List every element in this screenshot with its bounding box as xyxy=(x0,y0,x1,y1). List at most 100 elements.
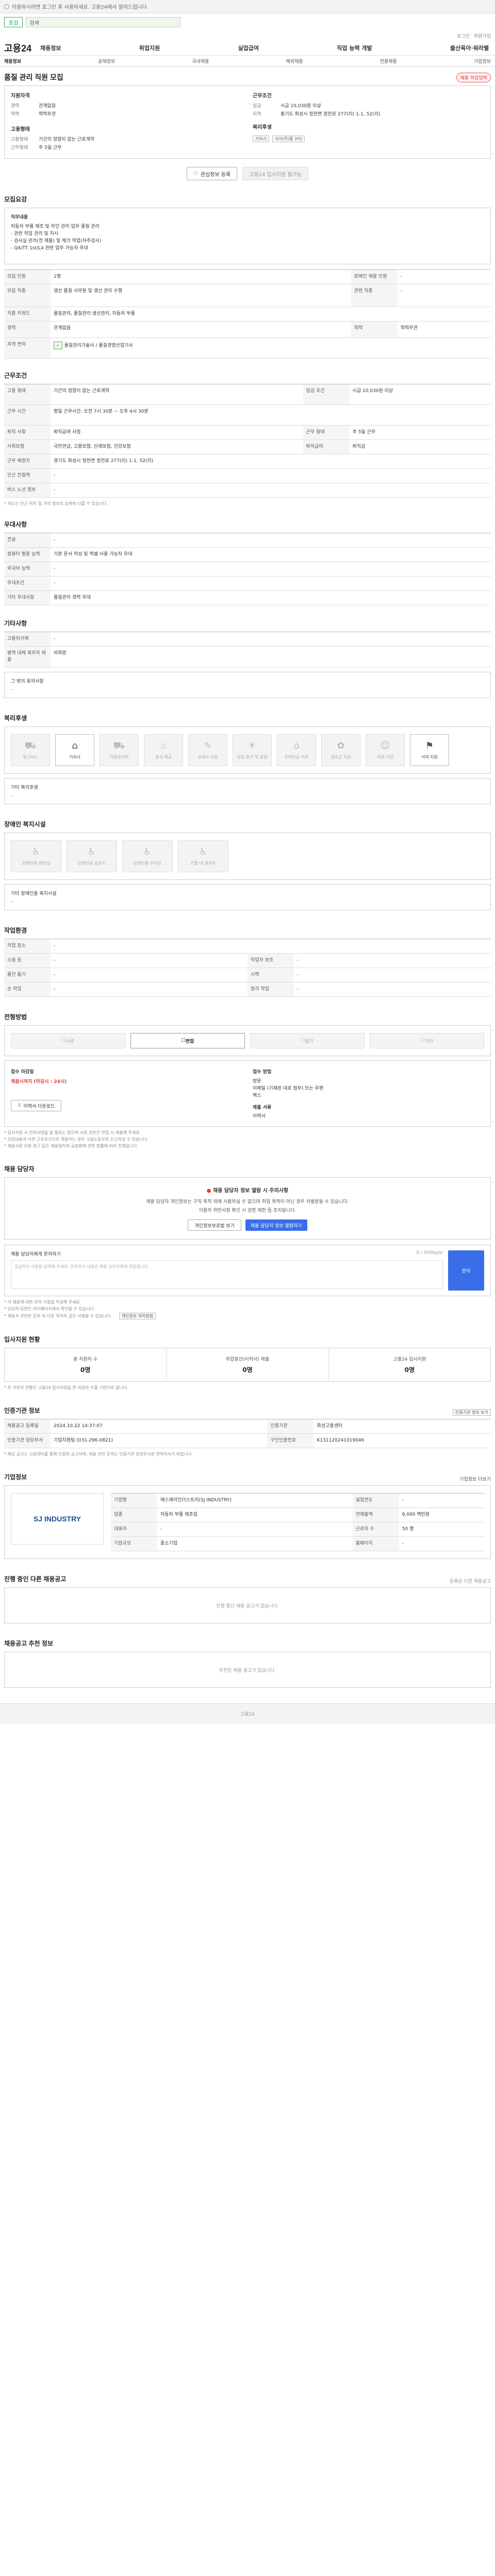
info-icon xyxy=(4,4,9,9)
welfare-label: 직원 지원 xyxy=(377,754,393,759)
selection-note: * 입사지원 시 전자서명을 할 필요는 없으며 서류 원본은 면접 시 제출해… xyxy=(4,1130,141,1135)
company-table: 기업명 에스제이인더스트리(SJ INDUSTRY) 설립연도 - 업종 자동차 부품 … xyxy=(111,1493,484,1551)
inquiry-box: 채용 담당자에게 문의하기 0 / 500byte 궁금하신 사항을 입력해 주세… xyxy=(4,1245,491,1296)
table-key: 직종 키워드 xyxy=(4,307,51,321)
welfare-label: 교육비 지원 xyxy=(197,754,218,759)
inquiry-textarea[interactable]: 궁금하신 사항을 입력해 주세요. 문의하신 내용은 채용 담당자에게 전달됩니… xyxy=(11,1260,443,1289)
gnb-item[interactable]: 채용정보 xyxy=(40,44,61,52)
subnav-item[interactable]: 국내채용 xyxy=(192,58,209,64)
table-value: - xyxy=(51,533,491,548)
wheelchair-icon: ♿ xyxy=(143,846,152,857)
table-key: 근로자 수 xyxy=(352,1522,399,1537)
welfare-chip: 식사(주/중 3식) xyxy=(272,135,305,142)
table-value: - xyxy=(51,562,491,577)
selection-note: * 모집내용과 다른 근로조건으로 채용하는 경우 고용노동부로 신고하실 수 … xyxy=(4,1137,148,1142)
stat-label: 고용24 입사지원 xyxy=(393,1357,426,1362)
welfare-icon: ⌂ xyxy=(293,740,300,751)
table-key: 대표자 xyxy=(111,1522,157,1537)
view-contact-button[interactable]: 채용 담당자 정보 열람하기 xyxy=(245,1219,307,1231)
inquiry-form: 채용 담당자에게 문의하기 0 / 500byte 궁금하신 사항을 입력해 주세… xyxy=(11,1250,443,1291)
extra-notes-head: 그 밖의 유의사항 xyxy=(11,679,44,684)
table-value: - xyxy=(399,1493,484,1508)
stat-number: 0명 xyxy=(80,1366,91,1374)
table-value: - xyxy=(51,982,248,997)
table-value: 주 5일 근무 xyxy=(349,425,491,440)
join-link[interactable]: 회원가입 xyxy=(474,32,491,39)
section-title: 기업정보 xyxy=(4,1473,27,1481)
selection-step: ☐ 기타 xyxy=(370,1033,484,1048)
section-title: 장애인 복지시설 xyxy=(4,821,46,828)
disability-icon-row: ♿ 장애인용 화장실 ♿ 장애인용 승강기 ♿ 장애인용 주차장 ♿ 건물 내 경사로 xyxy=(11,840,484,872)
table-row: 인증기관 담당부서 기업지원팀 (031-296-0821) 구인인증번호 K1311… xyxy=(4,1433,491,1448)
section-title: 기타사항 xyxy=(4,620,27,627)
table-value: 관계없음 xyxy=(51,321,351,338)
table-row: 컴퓨터 활용 능력 기본 문서 작성 및 엑셀 사용 가능자 우대 xyxy=(4,547,491,562)
login-link[interactable]: 로그인 xyxy=(457,32,470,39)
privacy-law-button[interactable]: 개인정보보호법 보기 xyxy=(188,1219,241,1231)
table-key: 기업규모 xyxy=(111,1536,157,1551)
table-key: 고용허가제 xyxy=(4,632,51,647)
welfare-icon: ⛟ xyxy=(24,740,37,751)
section-title: 전형방법 xyxy=(4,1013,27,1021)
section-title: 채용 담당자 xyxy=(4,1165,35,1173)
site-logo[interactable]: 고용24 xyxy=(4,41,40,55)
section-title: 근무조건 xyxy=(4,372,27,379)
welfare-label: 경조금 지원 xyxy=(331,754,351,759)
subnav-item[interactable]: 해외채용 xyxy=(286,58,303,64)
scrap-button[interactable]: ♡ 관심정보 등록 xyxy=(186,167,238,180)
table-value: 2024.10.22 14:37:07 xyxy=(51,1419,268,1434)
subnav-item[interactable]: 기업정보 xyxy=(474,58,491,64)
summary-head: 고용형태 xyxy=(11,127,30,132)
section-welfare: 복리후생 ⛟ 통근버스 ⌂ 기숙사 ⛟ 차량유지비 ♨ 중식 제공 ✎ 교육비 지원 ☀ 임금 휴가 … xyxy=(0,698,495,804)
table-key: 버스 노선 정보 xyxy=(4,483,51,498)
company-logo: SJ INDUSTRY xyxy=(11,1493,104,1545)
table-key: 모집 직종 xyxy=(4,284,51,307)
table-value: - xyxy=(397,269,491,284)
table-value: 자동차 부품 제조업 xyxy=(157,1507,353,1522)
inquiry-head: 채용 담당자에게 문의하기 0 / 500byte xyxy=(11,1250,443,1257)
welfare-label: 중식 제공 xyxy=(155,754,172,759)
resume-download-button[interactable]: ⇩ 이력서 다운로드 xyxy=(11,1100,62,1111)
map-note: * 지도는 인근 위치 및 거리 정보로 실제와 다를 수 있습니다. xyxy=(4,501,108,506)
welfare-label: 주택자금 지원 xyxy=(284,754,309,759)
agency-link[interactable]: 인증기관 정보 보기 xyxy=(453,1409,491,1416)
table-value: 경기도 화성시 정천면 정천로 277(리) 1-1, 52(리) xyxy=(51,454,491,469)
welfare-item: ☀ 임금 휴가 및 휴일 xyxy=(233,734,272,766)
section-recruit: 모집요강 직무내용 자동차 부품 제조 및 라인 관리 업무 품질 관리 - 관… xyxy=(0,190,495,359)
privacy-policy-link[interactable]: 개인정보 처리방침 xyxy=(119,1313,156,1319)
inquiry-count: 0 / 500byte xyxy=(416,1250,443,1256)
summary-value: 주 5일 근무 xyxy=(39,145,62,150)
table-key: 임금 조건 xyxy=(303,384,350,405)
welfare-item: ⛟ 차량유지비 xyxy=(100,734,139,766)
table-key: 손 작업 xyxy=(4,982,51,997)
gnb-item[interactable]: 직업 능력 개발 xyxy=(337,44,372,52)
gnb-item[interactable]: 출산육아·워라밸 xyxy=(450,44,489,52)
apply-button[interactable]: 고용24 입사지원 불가능 xyxy=(242,167,309,180)
subnav-item[interactable]: 공채정보 xyxy=(98,58,115,64)
table-value: 비희망 xyxy=(51,646,491,668)
job-description-box: 직무내용 자동차 부품 제조 및 라인 관리 업무 품질 관리 - 관련 작업 … xyxy=(4,208,491,264)
gnb-item[interactable]: 실업급여 xyxy=(238,44,259,52)
conditions-table: 고용 형태 기간의 정함이 없는 근로계약 임금 조건 시급 10,030원 이상 근… xyxy=(4,384,491,498)
job-description-line: - 관련 작업 관리 및 지시 xyxy=(11,231,59,236)
gnb-item[interactable]: 취업지원 xyxy=(139,44,160,52)
company-more-link[interactable]: 기업정보 더보기 xyxy=(459,1476,491,1482)
table-key: 기타 우대사항 xyxy=(4,590,51,605)
top-notice-bar: 이용하시려면 로그인 후 사용하세요. 고용24에서 알려드립니다 xyxy=(0,0,495,13)
summary-key: 학력 xyxy=(11,112,20,117)
table-key: 근무 형태 xyxy=(303,425,350,440)
search-input[interactable]: 검색 xyxy=(26,17,181,27)
search-type-button[interactable]: 통합 xyxy=(4,17,23,27)
table-row: 모집 인원 1명 장애인 채용 인원 - xyxy=(4,269,491,284)
welfare-item: ⚑ 식대 지원 xyxy=(410,734,449,766)
subnav-item[interactable]: 전용채용 xyxy=(380,58,397,64)
table-key: 채용공고 등록일 xyxy=(4,1419,51,1434)
disability-item: ♿ 장애인용 승강기 xyxy=(67,840,117,872)
table-value: 1명 xyxy=(51,269,351,284)
extra-notes-box: 그 밖의 유의사항 - xyxy=(4,672,491,698)
table-key: 물건 들기 xyxy=(4,968,51,982)
inquiry-submit-button[interactable]: 문의 xyxy=(448,1250,484,1291)
stat-online: 고용24 입사지원 0명 xyxy=(329,1348,490,1381)
welfare-item: ☺ 직원 지원 xyxy=(366,734,405,766)
subnav-item[interactable]: 채용정보 xyxy=(4,58,21,64)
